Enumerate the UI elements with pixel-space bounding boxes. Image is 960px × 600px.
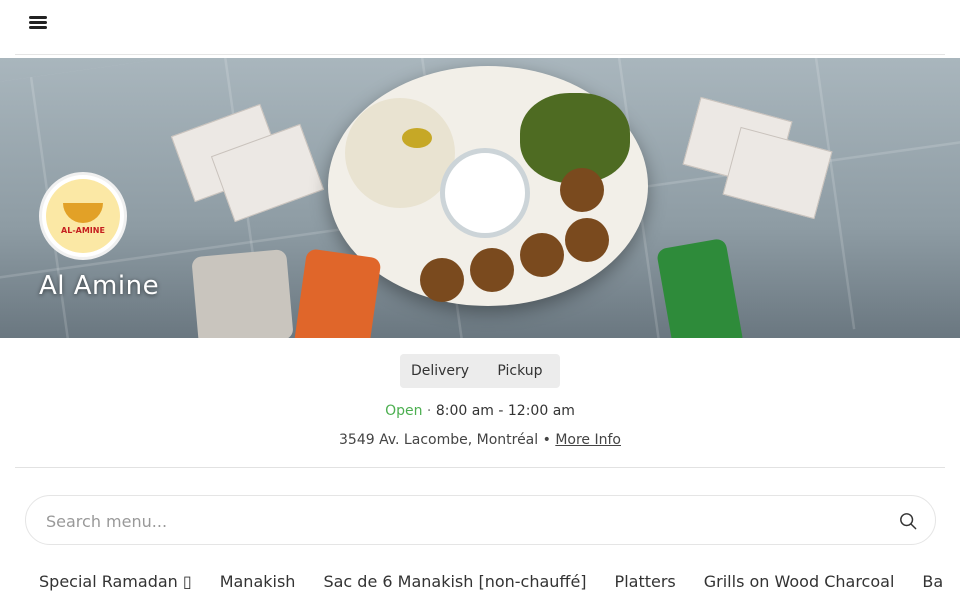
hours-separator: ·: [422, 403, 436, 419]
hours-range: 8:00 am - 12:00 am: [435, 403, 575, 419]
delivery-button[interactable]: Delivery: [400, 354, 480, 388]
category-tab[interactable]: Manakish: [206, 572, 310, 591]
hamburger-menu-icon[interactable]: [29, 16, 47, 32]
open-status: Open: [385, 403, 423, 419]
category-tab[interactable]: Sac de 6 Manakish [non-chauffé]: [309, 572, 600, 591]
hero-banner: AL-AMINE Al Amine: [0, 58, 960, 338]
search-input[interactable]: [46, 508, 886, 534]
section-divider: [15, 467, 945, 468]
order-mode-toggle: Delivery Pickup: [400, 354, 560, 388]
hero-hummus: [345, 98, 455, 208]
restaurant-address: 3549 Av. Lacombe, Montréal • More Info: [0, 432, 960, 448]
pickup-button[interactable]: Pickup: [480, 354, 560, 388]
restaurant-name: Al Amine: [39, 271, 160, 301]
opening-hours: Open · 8:00 am - 12:00 am: [0, 403, 960, 419]
category-tab[interactable]: Ba: [908, 572, 957, 591]
hero-bowl: [440, 148, 530, 238]
hero-soda-can: [293, 248, 382, 338]
hero-falafel: [420, 258, 464, 302]
restaurant-logo: AL-AMINE: [39, 172, 127, 260]
search-icon[interactable]: [899, 512, 917, 530]
top-navbar: [15, 0, 945, 55]
hero-falafel: [565, 218, 609, 262]
hero-bread: [191, 249, 294, 338]
hero-oil: [402, 128, 432, 148]
hero-falafel: [560, 168, 604, 212]
logo-text: AL-AMINE: [61, 226, 105, 235]
address-text: 3549 Av. Lacombe, Montréal: [339, 432, 539, 448]
more-info-link[interactable]: More Info: [555, 432, 621, 448]
hero-falafel: [520, 233, 564, 277]
menu-search-box: [25, 495, 936, 545]
hero-falafel: [470, 248, 514, 292]
address-bullet: •: [538, 432, 556, 448]
category-tab[interactable]: Grills on Wood Charcoal: [690, 572, 909, 591]
category-tab[interactable]: Platters: [601, 572, 690, 591]
category-nav: Special Ramadan ▯ Manakish Sac de 6 Manaki…: [25, 572, 957, 591]
category-tab[interactable]: Special Ramadan ▯: [25, 572, 206, 591]
